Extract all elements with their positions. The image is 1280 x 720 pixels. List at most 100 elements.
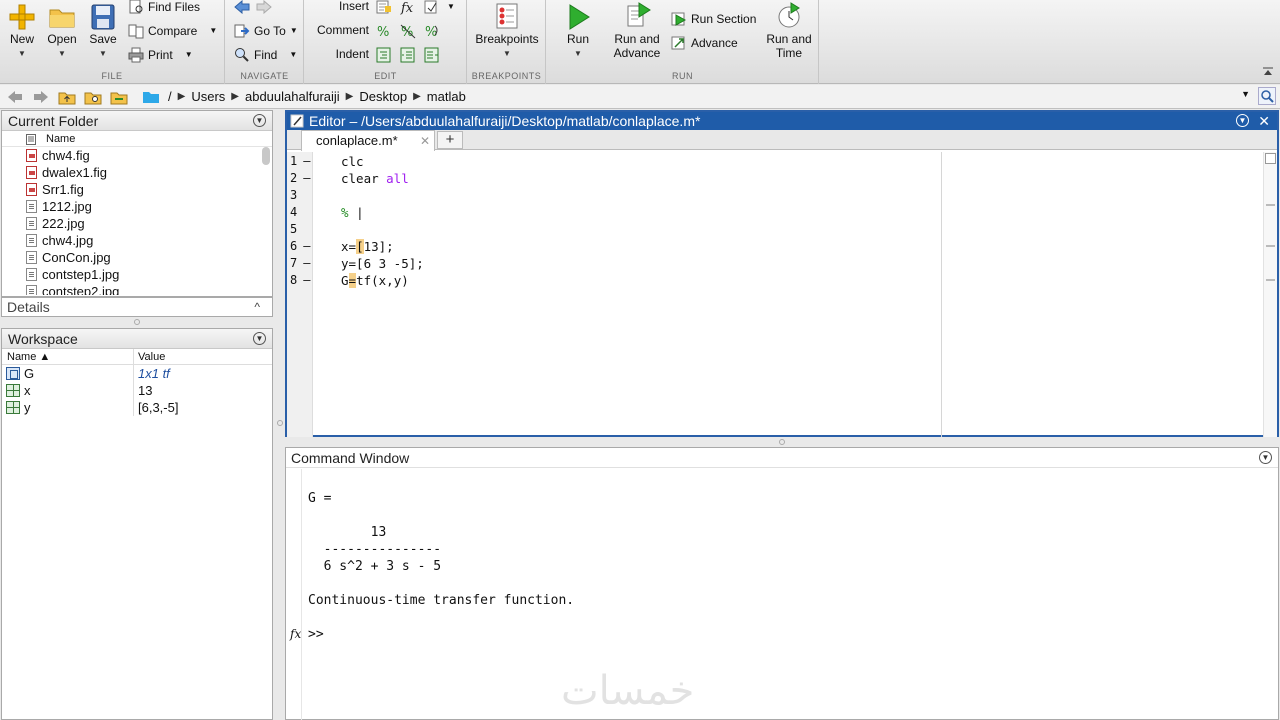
panel-menu-icon[interactable]: ▼ [1259,451,1272,464]
code-line[interactable]: y=[6 3 -5]; [341,255,424,272]
run-section-button[interactable]: Run Section [671,9,756,29]
compare-icon [128,24,144,39]
run-and-time-button[interactable]: Run and Time [763,0,815,60]
file-list-item[interactable]: contstep2.jpg [2,283,272,295]
tab-conlaplace[interactable]: conlaplace.m* ✕ [301,130,435,151]
code-area[interactable]: clc clear all % | x=[13]; y=[6 3 -5]; G=tf(x,… [287,152,1277,437]
breadcrumb-user[interactable]: abduulahalfuraiji [245,89,340,104]
file-name: chw4.jpg [42,233,94,248]
compare-button[interactable]: Compare ▼ [128,21,217,41]
insert-function-icon[interactable]: fx [399,0,417,16]
file-list-item[interactable]: dwalex1.fig [2,164,272,181]
print-button[interactable]: Print ▼ [128,45,193,65]
file-list-item[interactable]: contstep1.jpg [2,266,272,283]
back-icon[interactable] [4,87,26,107]
run-and-advance-icon [627,2,651,27]
code-line[interactable]: % | [341,204,364,221]
wrap-comments-icon[interactable]: % [423,22,441,40]
workspace-col-name[interactable]: Name ▲ [2,349,134,364]
new-button[interactable]: New ▼ [6,0,38,61]
breakpoints-caret-icon[interactable]: ▼ [472,47,542,61]
code-line[interactable]: clc [341,153,364,170]
breadcrumb-matlab[interactable]: matlab [427,89,466,104]
editor-menu-icon[interactable]: ▼ [1236,114,1249,127]
matrix-variable-icon [6,401,20,414]
workspace-variable-row[interactable]: x 13 [2,382,272,399]
file-list-item[interactable]: chw4.fig [2,147,272,164]
code-line[interactable]: clear all [341,170,409,187]
expand-details-icon[interactable]: ^ [254,298,260,316]
command-prompt[interactable]: >> [308,626,324,643]
print-caret-icon[interactable]: ▼ [185,45,193,65]
uncomment-icon[interactable]: % [399,22,417,40]
up-folder-icon[interactable] [56,87,78,107]
forward-icon[interactable] [30,87,52,107]
warning-marker[interactable] [1266,279,1275,281]
open-caret-icon[interactable]: ▼ [44,47,80,61]
comment-icon[interactable]: % [375,22,393,40]
find-caret-icon[interactable]: ▼ [289,45,297,65]
new-caret-icon[interactable]: ▼ [6,47,38,61]
workspace-col-value[interactable]: Value [134,349,165,364]
compare-caret-icon[interactable]: ▼ [209,21,217,41]
open-button[interactable]: Open ▼ [44,0,80,61]
workspace-variable-row[interactable]: G 1x1 tf [2,365,272,382]
breadcrumb-root[interactable]: / [168,89,172,104]
goto-button[interactable]: Go To ▼ [234,21,298,41]
run-button[interactable]: Run ▼ [561,0,595,61]
breakpoints-label: Breakpoints [475,32,539,46]
folder-column-header[interactable]: Name [2,131,272,147]
file-list-item[interactable]: 222.jpg [2,215,272,232]
message-indicator-icon[interactable] [1265,153,1276,164]
close-editor-icon[interactable]: ✕ [1258,112,1270,130]
save-button[interactable]: Save ▼ [86,0,120,61]
workspace-variable-row[interactable]: y [6,3,-5] [2,399,272,416]
browse-folder-icon[interactable] [82,87,104,107]
splitter-handle-icon[interactable] [134,319,140,325]
goto-icon [234,24,250,38]
smart-indent-icon[interactable] [375,46,393,64]
code-text: x= [341,239,357,254]
warning-marker[interactable] [1266,204,1275,206]
collapse-toolstrip-icon[interactable] [1262,66,1274,76]
splitter-handle-icon[interactable] [779,439,785,445]
run-and-advance-button[interactable]: Run and Advance [609,0,665,60]
file-list-item[interactable]: chw4.jpg [2,232,272,249]
file-list-item[interactable]: 1212.jpg [2,198,272,215]
code-line[interactable]: x=[13]; [341,238,394,255]
increase-indent-icon[interactable] [423,46,441,64]
save-caret-icon[interactable]: ▼ [86,47,120,61]
edit-group: Insert Comment Indent fx ▼ % % % EDIT [305,0,467,84]
file-list-item[interactable]: ConCon.jpg [2,249,272,266]
insert-caret-icon[interactable]: ▼ [447,0,465,16]
find-files-button[interactable]: Find Files [128,0,200,17]
insert-section-icon[interactable] [375,0,393,16]
close-tab-icon[interactable]: ✕ [420,131,430,151]
advance-button[interactable]: Advance [671,33,738,53]
code-line[interactable]: G=tf(x,y) [341,272,409,289]
breakpoints-button[interactable]: Breakpoints ▼ [472,0,542,61]
find-button[interactable]: Find ▼ [234,45,297,65]
breadcrumb-users[interactable]: Users [191,89,225,104]
editor-scrollbar[interactable] [1263,152,1277,437]
back-arrow-icon[interactable] [234,0,250,14]
breadcrumb-desktop[interactable]: Desktop [359,89,407,104]
function-browser-icon[interactable]: fx [290,626,301,643]
figure-file-icon [26,166,37,179]
warning-marker[interactable] [1266,245,1275,247]
find-folder-icon[interactable] [108,87,130,107]
folder-scrollbar[interactable] [262,147,270,165]
insert-menu-icon[interactable] [423,0,441,16]
new-tab-button[interactable]: + [437,131,463,149]
splitter-handle-icon[interactable] [277,420,283,426]
search-folder-icon[interactable] [1258,87,1276,105]
file-list-item[interactable]: Srr1.fig [2,181,272,198]
forward-arrow-icon[interactable] [256,0,272,14]
panel-menu-icon[interactable]: ▼ [253,114,266,127]
address-dropdown-icon[interactable]: ▼ [1241,89,1250,99]
goto-caret-icon[interactable]: ▼ [290,21,298,41]
decrease-indent-icon[interactable] [399,46,417,64]
details-panel[interactable]: Details ^ [1,297,273,317]
panel-menu-icon[interactable]: ▼ [253,332,266,345]
run-caret-icon[interactable]: ▼ [561,47,595,61]
